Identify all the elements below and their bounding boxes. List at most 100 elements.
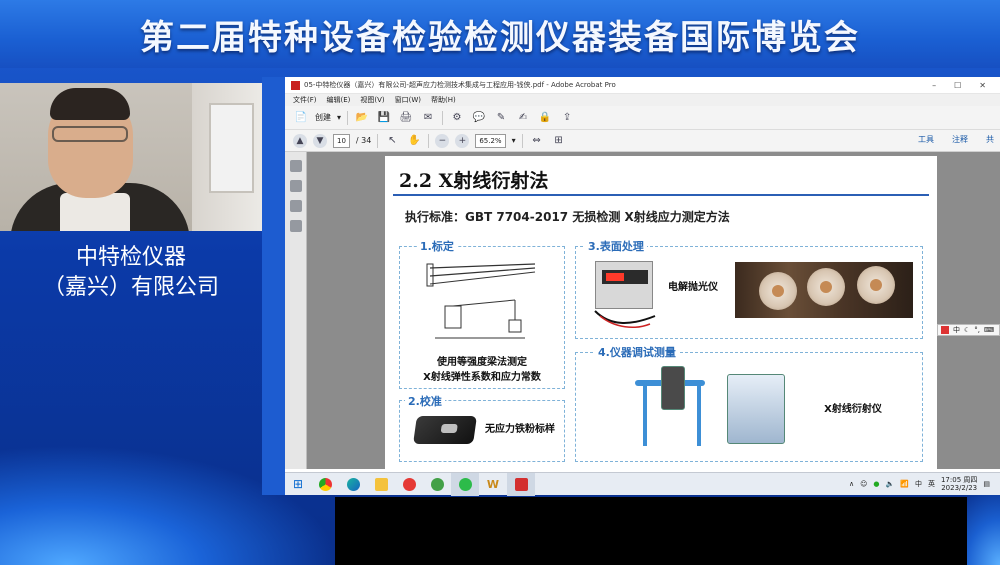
create-dropdown-icon[interactable]: ▾ — [337, 113, 341, 122]
volume-icon[interactable]: 🔈 — [886, 480, 895, 488]
share-icon[interactable]: ⇪ — [559, 110, 575, 126]
zoom-input[interactable]: 65.2% — [475, 133, 506, 148]
calibration-caption: 使用等强度梁法测定 X射线弹性系数和应力常数 — [407, 355, 557, 385]
network-icon[interactable]: 📶 — [900, 480, 909, 488]
menu-help[interactable]: 帮助(H) — [431, 95, 456, 105]
share-tab[interactable]: 共 — [986, 134, 994, 145]
fit-width-icon[interactable]: ⇔ — [529, 133, 545, 149]
toolbar-separator — [377, 133, 379, 148]
file-explorer-icon[interactable] — [367, 473, 395, 496]
presenter-hair — [50, 88, 130, 120]
windows-start-icon[interactable]: ⊞ — [285, 473, 311, 496]
right-panel-tabs: 工具 注释 共 — [918, 134, 1000, 145]
xray-diffractometer-image — [635, 362, 795, 454]
open-icon[interactable]: 📂 — [354, 110, 370, 126]
notification-icon[interactable]: ▤ — [983, 480, 990, 488]
polished-samples-image — [735, 262, 913, 318]
close-icon[interactable]: ✕ — [979, 81, 986, 90]
measurement-caption: X射线衍射仪 — [824, 404, 882, 415]
tray-wechat-icon[interactable]: ● — [873, 480, 879, 488]
email-icon[interactable]: ✉ — [420, 110, 436, 126]
electropolisher-cables — [594, 310, 656, 329]
tray-overflow-icon[interactable]: ∧ — [849, 480, 854, 488]
tools-tab[interactable]: 工具 — [918, 134, 934, 145]
chrome-icon[interactable] — [311, 473, 339, 496]
main-toolbar: 📄 创建 ▾ 📂 💾 🖨 ✉ ⚙ 💬 ✎ ✍ 🔒 ⇪ — [285, 106, 1000, 130]
acrobat-taskbar-icon[interactable] — [507, 472, 535, 496]
pdf-icon — [291, 80, 300, 90]
divider-strip — [262, 77, 285, 495]
wechat-icon[interactable] — [451, 472, 479, 496]
rig-leg — [697, 386, 701, 446]
standard-text: 执行标准：GBT 7704-2017 无损检测 X射线应力测定方法 — [405, 210, 730, 224]
moon-icon[interactable]: ☾ — [964, 326, 970, 334]
presenter-company: 中特检仪器 （嘉兴）有限公司 — [0, 243, 262, 303]
page-number-input[interactable]: 10 — [333, 133, 350, 148]
sample-disc — [759, 272, 797, 310]
app-green-icon[interactable] — [423, 473, 451, 496]
ime-floating-bar[interactable]: 中 ☾ °, ⌨ — [937, 324, 1000, 336]
page-thumbnails-icon[interactable] — [290, 160, 302, 172]
settings-icon[interactable]: ⚙ — [449, 110, 465, 126]
shared-screen: 05-中特检仪器（嘉兴）有限公司-超声应力检测技术集成与工程应用-钱侠.pdf … — [285, 77, 1000, 495]
webcam-window — [209, 103, 254, 193]
document-viewer: 2.2 X射线衍射法 执行标准：GBT 7704-2017 无损检测 X射线应力… — [285, 152, 1000, 469]
maximize-icon[interactable]: ☐ — [954, 81, 961, 90]
calibration-caption-line-1: 使用等强度梁法测定 — [437, 357, 527, 368]
system-tray: ∧ ☺ ● 🔈 📶 中 英 17:05 周四 2023/2/23 ▤ — [849, 476, 1000, 492]
zoom-dropdown-icon[interactable]: ▾ — [512, 136, 516, 145]
attachments-icon[interactable] — [290, 200, 302, 212]
select-tool-icon[interactable]: ↖ — [384, 133, 400, 149]
edge-icon[interactable] — [339, 473, 367, 496]
presenter-collar — [60, 193, 130, 231]
company-line-1: 中特检仪器 — [75, 245, 186, 270]
rig-leg — [643, 386, 647, 446]
menu-file[interactable]: 文件(F) — [293, 95, 317, 105]
clock[interactable]: 17:05 周四 2023/2/23 — [941, 476, 977, 492]
signatures-icon[interactable] — [290, 220, 302, 232]
acrobat-titlebar: 05-中特检仪器（嘉兴）有限公司-超声应力检测技术集成与工程应用-钱侠.pdf … — [285, 77, 1000, 94]
letterbox-bar — [335, 497, 967, 565]
menu-edit[interactable]: 编辑(E) — [327, 95, 351, 105]
ime-float-mode[interactable]: 中 — [953, 325, 960, 335]
ime-mode-icon[interactable]: 英 — [928, 479, 935, 489]
menu-window[interactable]: 窗口(W) — [395, 95, 421, 105]
ime-indicator[interactable]: 中 — [915, 479, 922, 489]
zoom-in-icon[interactable]: + — [455, 133, 470, 148]
next-page-icon[interactable]: ▼ — [313, 133, 327, 148]
sample-disc — [807, 268, 845, 306]
hand-tool-icon[interactable]: ✋ — [406, 133, 422, 149]
minimize-icon[interactable]: – — [932, 81, 936, 90]
menu-bar: 文件(F) 编辑(E) 视图(V) 窗口(W) 帮助(H) — [285, 94, 1000, 106]
menu-view[interactable]: 视图(V) — [360, 95, 384, 105]
tray-app-icon[interactable]: ☺ — [860, 480, 867, 488]
zoom-out-icon[interactable]: − — [435, 133, 450, 148]
electropolisher-image — [595, 261, 653, 309]
app-red-icon[interactable] — [395, 473, 423, 496]
clock-date: 2023/2/23 — [941, 484, 978, 492]
toolbar-separator — [521, 133, 523, 148]
keyboard-icon[interactable]: ⌨ — [984, 326, 994, 334]
save-icon[interactable]: 💾 — [376, 110, 392, 126]
previous-page-icon[interactable]: ▲ — [293, 133, 307, 148]
rig-head — [661, 366, 685, 410]
sign-icon[interactable]: ✍ — [515, 110, 531, 126]
create-button[interactable]: 创建 — [315, 112, 331, 123]
measurement-heading: 4.仪器调试测量 — [595, 344, 679, 360]
print-icon[interactable]: 🖨 — [398, 110, 414, 126]
bookmarks-icon[interactable] — [290, 180, 302, 192]
fit-page-icon[interactable]: ⊞ — [551, 133, 567, 149]
toolbar-separator — [442, 110, 444, 125]
comment-tab[interactable]: 注释 — [952, 134, 968, 145]
secure-icon[interactable]: 🔒 — [537, 110, 553, 126]
navigation-pane — [285, 152, 307, 469]
page-total: / 34 — [355, 136, 372, 145]
comment-icon[interactable]: 💬 — [471, 110, 487, 126]
verification-caption: 无应力铁粉标样 — [485, 424, 555, 435]
create-icon[interactable]: 📄 — [293, 110, 309, 126]
stamp-icon[interactable]: ✎ — [493, 110, 509, 126]
event-title: 第二届特种设备检验检测仪器装备国际博览会 — [0, 0, 1000, 68]
app-w-icon[interactable]: W — [479, 473, 507, 496]
navigation-toolbar: ▲ ▼ 10 / 34 ↖ ✋ − + 65.2% ▾ ⇔ ⊞ 工具 注释 共 — [285, 130, 1000, 152]
punctuation-icon[interactable]: °, — [974, 326, 980, 334]
